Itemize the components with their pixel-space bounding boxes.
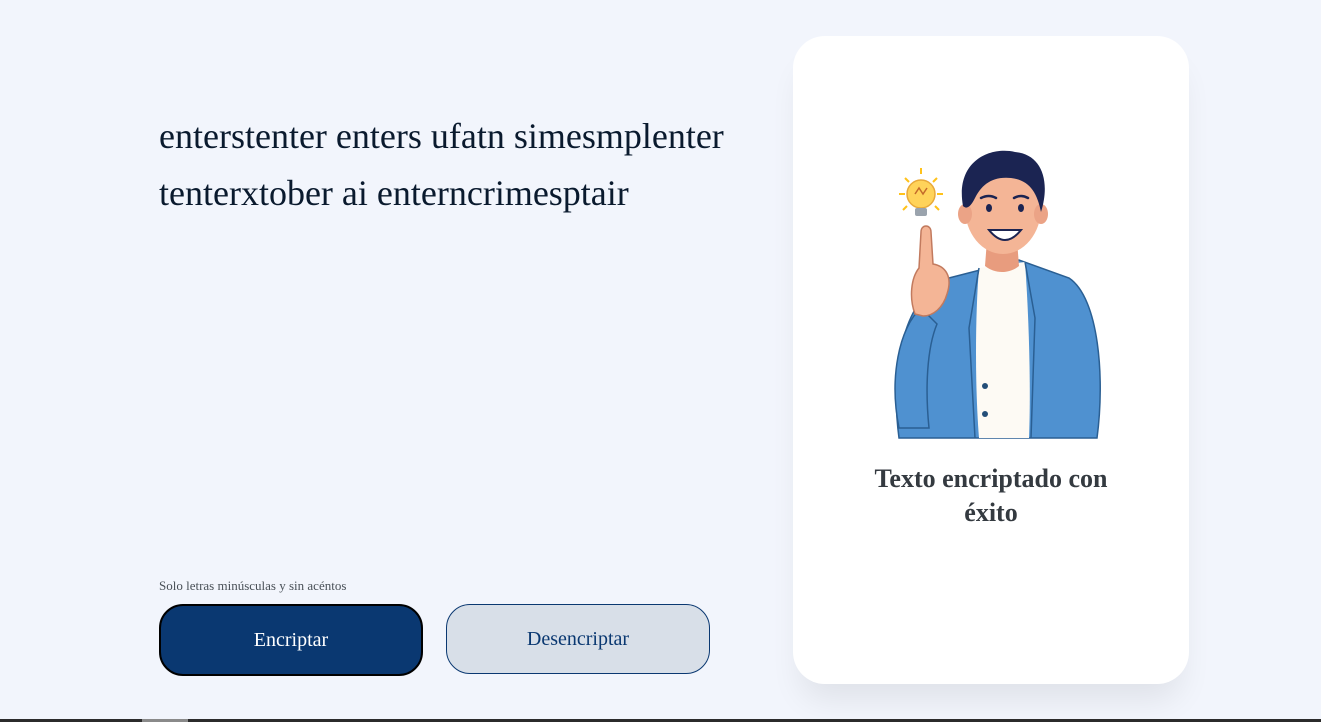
encrypt-button[interactable]: Encriptar [159,604,423,676]
lightbulb-icon [899,168,943,216]
decrypt-button[interactable]: Desencriptar [446,604,710,674]
result-card: Texto encriptado con éxito [793,36,1189,684]
message-input[interactable]: enterstenter enters ufatn simesmplenter … [159,108,734,548]
input-hint: ⓘ Solo letras minúsculas y sin acéntos [159,578,346,594]
result-title: Texto encriptado con éxito [874,464,1108,527]
app-page: enterstenter enters ufatn simesmplenter … [0,0,1321,722]
hint-text: Solo letras minúsculas y sin acéntos [159,578,347,593]
person-with-idea-illustration [894,150,1101,439]
